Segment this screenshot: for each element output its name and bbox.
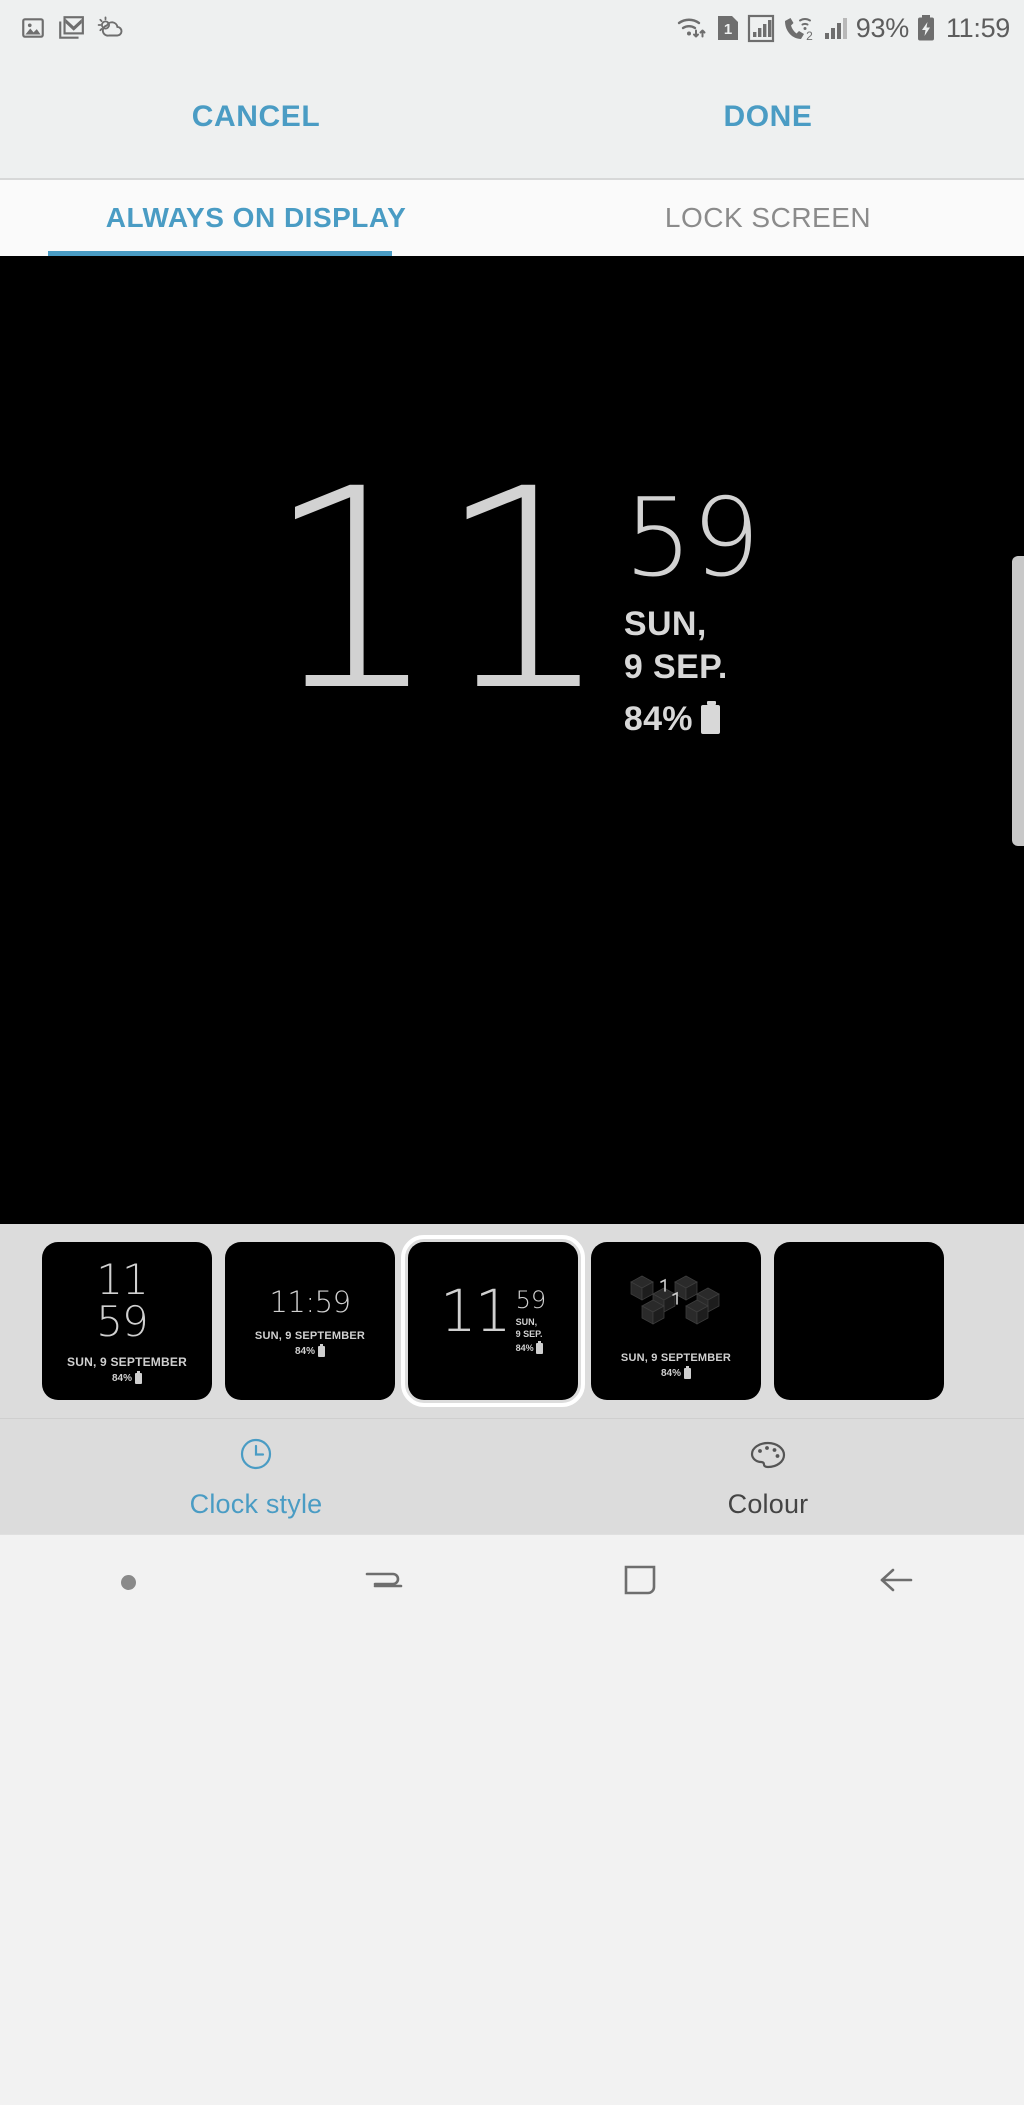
- svg-text:1: 1: [724, 21, 732, 38]
- preview-minute: 59: [623, 476, 760, 601]
- status-bar-clock: 11:59: [945, 12, 1010, 43]
- preview-hour: 11: [264, 431, 612, 752]
- gallery-icon: [20, 15, 46, 41]
- thumb-battery-label: 84%: [111, 1372, 132, 1384]
- sim1-icon: 1: [716, 13, 740, 43]
- action-bar: CANCEL DONE: [0, 56, 1024, 180]
- battery-percent-label: 93%: [855, 12, 909, 43]
- option-colour-label: Colour: [727, 1488, 809, 1519]
- thumb-date-line-2: 9 SEP.: [515, 1328, 543, 1339]
- option-colour[interactable]: Colour: [512, 1419, 1024, 1534]
- clock-style-option-next-partial[interactable]: [774, 1242, 944, 1400]
- battery-icon: [700, 700, 720, 734]
- thumb-minute: 59: [96, 1296, 148, 1346]
- nav-dot-indicator: [0, 1575, 256, 1590]
- clock-style-option-cube[interactable]: SUN, 9 SEPTEMBER 84%: [591, 1242, 761, 1400]
- gmail-icon: [57, 15, 85, 41]
- clock-style-option-stacked[interactable]: 11 59 SUN, 9 SEPTEMBER 84%: [42, 1242, 212, 1400]
- battery-charging-icon: [916, 13, 936, 43]
- preview-battery-label: 84%: [623, 699, 693, 738]
- home-icon: [620, 1561, 660, 1604]
- back-icon: [873, 1563, 919, 1602]
- thumb-battery: 84%: [294, 1344, 325, 1357]
- thumb-date: SUN, 9 SEPTEMBER: [67, 1354, 187, 1369]
- thumb-battery: 84%: [111, 1370, 142, 1384]
- weather-icon: [96, 15, 124, 41]
- option-clock-style-label: Clock style: [189, 1488, 323, 1519]
- battery-icon: [684, 1365, 691, 1379]
- preview-battery: 84%: [624, 700, 759, 739]
- option-clock-style[interactable]: Clock style: [0, 1419, 512, 1534]
- android-nav-bar: [0, 1534, 1024, 1630]
- thumb-date: SUN, 9 SEPTEMBER: [254, 1330, 366, 1342]
- preview-date-line-1: SUN,: [623, 604, 707, 643]
- thumb-date: SUN, 9 SEPTEMBER: [620, 1351, 732, 1364]
- thumb-battery-label: 84%: [660, 1367, 681, 1379]
- status-bar-right-icons: 1 2 93% 11:59: [675, 13, 1010, 44]
- status-bar: 1 2 93% 11:59: [0, 0, 1024, 56]
- nav-home-button[interactable]: [512, 1561, 768, 1604]
- nav-recents-button[interactable]: [256, 1563, 512, 1602]
- battery-icon: [135, 1370, 142, 1384]
- thumb-minute: 59: [515, 1286, 547, 1315]
- preview-clock: 11 59 SUN, 9 SEP. 84%: [0, 431, 1024, 752]
- editor-option-bar: Clock style Colour: [0, 1418, 1024, 1534]
- clock-icon: [236, 1434, 276, 1479]
- thumb-date-line-1: SUN,: [515, 1317, 538, 1328]
- thumb-hour: 11: [96, 1254, 148, 1304]
- clock-style-option-superscript[interactable]: 11 59 SUN, 9 SEP. 84%: [401, 1235, 585, 1407]
- battery-icon: [535, 1340, 543, 1354]
- battery-icon: [318, 1344, 325, 1357]
- edge-panel-handle[interactable]: [1012, 556, 1024, 846]
- dot-indicator-icon: [120, 1575, 136, 1590]
- clock-style-carousel[interactable]: 11 59 SUN, 9 SEPTEMBER 84% 11:59 SUN, 9 …: [0, 1224, 1024, 1418]
- preview-date-line-2: 9 SEP.: [623, 648, 728, 687]
- done-button[interactable]: DONE: [512, 100, 1024, 134]
- thumb-time: 11:59: [269, 1285, 351, 1319]
- cancel-button[interactable]: CANCEL: [0, 100, 512, 134]
- signal2-icon: [823, 13, 849, 43]
- svg-text:2: 2: [806, 29, 813, 43]
- thumb-battery-label: 84%: [515, 1343, 534, 1354]
- thumb-battery: 84%: [660, 1365, 691, 1379]
- tab-bar: ALWAYS ON DISPLAY LOCK SCREEN: [0, 180, 1024, 256]
- tab-always-on-display[interactable]: ALWAYS ON DISPLAY: [0, 180, 512, 256]
- nav-back-button[interactable]: [768, 1563, 1024, 1602]
- wifi-calling-2-icon: 2: [782, 13, 816, 43]
- wifi-icon: [675, 13, 709, 43]
- status-bar-left-icons: [20, 15, 124, 41]
- clock-preview-canvas[interactable]: 11 59 SUN, 9 SEP. 84%: [0, 256, 1024, 1224]
- thumb-battery-label: 84%: [294, 1346, 315, 1357]
- recents-icon: [361, 1563, 407, 1602]
- signal-boxed-icon: [747, 13, 775, 43]
- thumb-hour: 11: [439, 1277, 512, 1346]
- tab-lock-screen[interactable]: LOCK SCREEN: [512, 180, 1024, 256]
- thumb-battery: 84%: [515, 1340, 547, 1354]
- cube-clock-graphic: [630, 1275, 720, 1325]
- palette-icon: [746, 1434, 790, 1479]
- clock-style-option-inline[interactable]: 11:59 SUN, 9 SEPTEMBER 84%: [225, 1242, 395, 1400]
